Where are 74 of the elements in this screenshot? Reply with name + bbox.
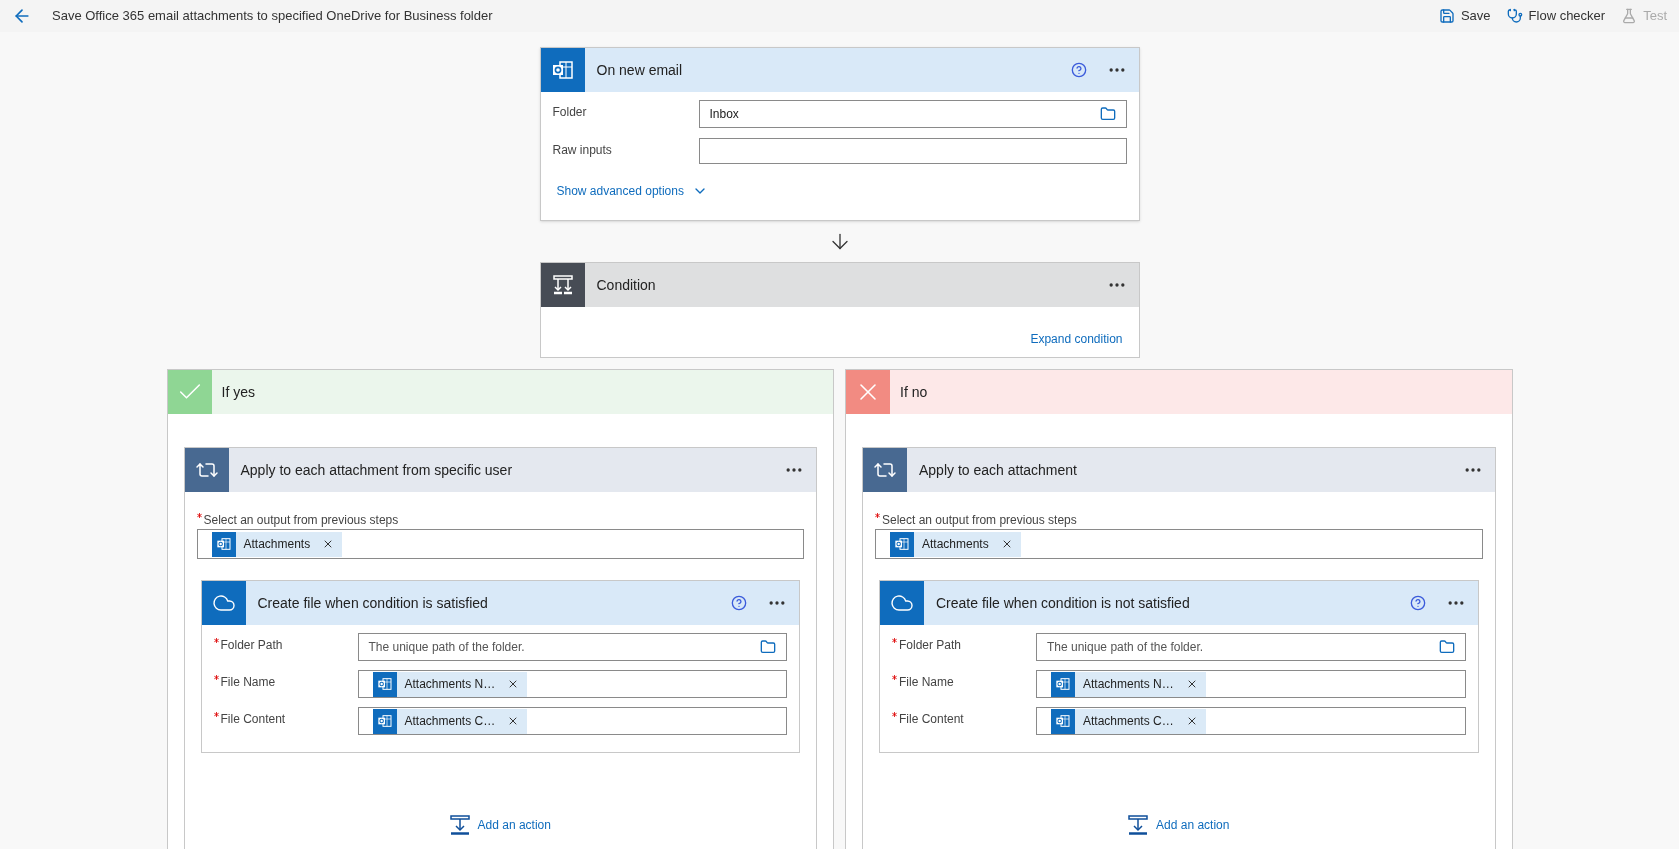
- card-header[interactable]: Condition: [540, 263, 1139, 307]
- token-label: Attachments C…: [1083, 713, 1174, 730]
- field-label: File Name: [220, 674, 276, 691]
- expand-condition-link[interactable]: Expand condition: [1030, 330, 1123, 348]
- help-icon[interactable]: [731, 595, 747, 611]
- field-label: Raw inputs: [552, 142, 613, 159]
- help-icon[interactable]: [1070, 62, 1087, 78]
- card-title: Apply to each attachment from specific user: [240, 460, 513, 480]
- mail-app-icon: [894, 536, 910, 552]
- advanced-options-link[interactable]: Show advanced options: [552, 182, 708, 200]
- mail-app-icon: [376, 713, 393, 729]
- add-action-link[interactable]: Add an action: [449, 815, 551, 835]
- token-label: Attachments: [243, 536, 311, 553]
- card-title: Create file when condition is satisfied: [257, 593, 488, 613]
- help-icon[interactable]: [1409, 595, 1426, 611]
- field-label: Select an output from previous steps: [882, 512, 1077, 529]
- card-header[interactable]: Create file when condition is not satisfied: [880, 581, 1478, 625]
- mail-app-icon: [1055, 713, 1071, 729]
- add-action-link[interactable]: Add an action: [1128, 815, 1230, 835]
- token-chip[interactable]: Attachments: [890, 531, 1021, 557]
- toolbar-button[interactable]: Flow checker: [1506, 6, 1606, 26]
- field-label: File Name: [899, 674, 954, 691]
- input-field[interactable]: Inbox: [698, 100, 1127, 128]
- field-label: File Content: [220, 711, 286, 728]
- toolbar-button[interactable]: Save: [1438, 6, 1491, 26]
- input-field[interactable]: The unique path of the folder.: [357, 633, 787, 661]
- token-chip[interactable]: Attachments C…: [1051, 708, 1206, 734]
- card-title: On new email: [596, 60, 683, 80]
- token-label: Attachments N…: [1083, 676, 1174, 693]
- field-value: Inbox: [709, 106, 739, 123]
- flask-icon: [1621, 8, 1638, 24]
- token-chip[interactable]: Attachments C…: [372, 708, 528, 734]
- field-label: Folder Path: [899, 637, 962, 654]
- input-field[interactable]: Attachments N…: [1036, 670, 1466, 698]
- field-label: File Content: [899, 711, 964, 728]
- input-field[interactable]: [698, 138, 1127, 164]
- card-title: Apply to each attachment: [919, 460, 1077, 480]
- card-title: Create file when condition is not satisfied: [936, 593, 1190, 613]
- input-field[interactable]: Attachments C…: [357, 707, 787, 735]
- flow-title: Save Office 365 email attachments to specified OneDrive for Business folder: [52, 7, 493, 26]
- field-label: Folder Path: [220, 637, 283, 654]
- input-field[interactable]: Attachments C…: [1036, 707, 1466, 735]
- input-field[interactable]: The unique path of the folder.: [1036, 633, 1466, 661]
- token-label: Attachments N…: [404, 676, 496, 693]
- field-label: Folder: [552, 104, 588, 121]
- token-label: Attachments: [922, 536, 989, 553]
- mail-app-icon: [1055, 676, 1071, 692]
- token-label: Attachments C…: [404, 713, 496, 730]
- field-label: Select an output from previous steps: [203, 512, 399, 529]
- branch-title: If yes: [221, 382, 255, 402]
- field-placeholder: The unique path of the folder.: [1047, 639, 1204, 656]
- input-field[interactable]: Attachments: [875, 529, 1483, 559]
- card-header[interactable]: Create file when condition is satisfied: [201, 581, 799, 625]
- condition-icon: [550, 273, 575, 297]
- folder-icon[interactable]: [1099, 106, 1116, 122]
- card-header[interactable]: Apply to each attachment: [863, 448, 1495, 492]
- mail-app-icon: [376, 676, 393, 692]
- card-header[interactable]: Apply to each attachment from specific user: [184, 448, 816, 492]
- card-header[interactable]: On new email: [540, 48, 1139, 92]
- field-placeholder: The unique path of the folder.: [368, 639, 525, 656]
- add-step-icon: [1128, 815, 1149, 835]
- input-field[interactable]: Attachments N…: [357, 670, 787, 698]
- mail-app-icon: [215, 536, 232, 552]
- token-chip[interactable]: Attachments: [211, 531, 343, 557]
- input-field[interactable]: Attachments: [196, 529, 804, 559]
- mail-app-icon: [550, 58, 575, 82]
- add-step-icon: [449, 815, 470, 835]
- branch-title: If no: [900, 382, 928, 402]
- stethoscope-icon: [1506, 8, 1523, 24]
- folder-icon[interactable]: [760, 639, 776, 655]
- card-title: Condition: [596, 275, 656, 295]
- token-chip[interactable]: Attachments N…: [1051, 671, 1206, 697]
- token-chip[interactable]: Attachments N…: [372, 671, 528, 697]
- folder-icon[interactable]: [1438, 639, 1455, 655]
